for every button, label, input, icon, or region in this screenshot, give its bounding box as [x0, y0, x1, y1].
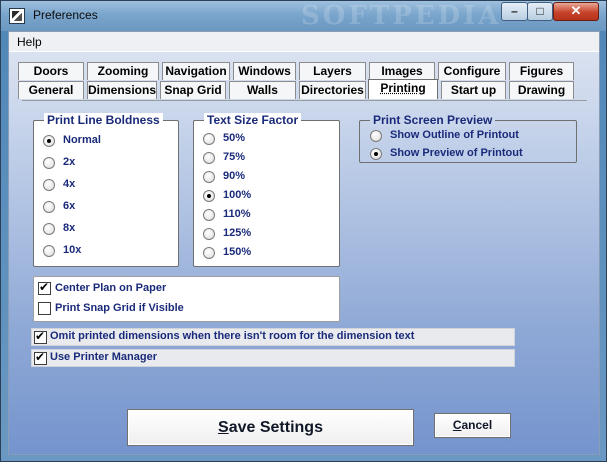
dialog-client-area: Help Doors Zooming Navigation Windows La…: [8, 31, 600, 455]
minimize-icon: –: [511, 4, 518, 18]
save-label: ave Settings: [228, 419, 323, 436]
omit-dimensions-checkbox[interactable]: [34, 329, 47, 344]
group-title: Print Line Boldness: [44, 113, 163, 127]
tab-windows[interactable]: Windows: [233, 62, 296, 80]
print-options-group: Center Plan on Paper Print Snap Grid if …: [33, 276, 340, 322]
maximize-button[interactable]: □: [527, 2, 553, 21]
cancel-button[interactable]: Cancel: [434, 413, 511, 438]
tab-layers[interactable]: Layers: [299, 62, 366, 80]
tab-label: Dimensions: [88, 83, 157, 97]
window-title: Preferences: [33, 8, 98, 22]
tab-label: Snap Grid: [164, 83, 222, 97]
title-bar[interactable]: Preferences SOFTPEDIA – □ ✕: [1, 1, 606, 31]
tab-label: Directories: [301, 83, 364, 97]
tab-label: Walls: [247, 83, 278, 97]
radio-label: 2x: [63, 156, 76, 168]
tab-doors[interactable]: Doors: [18, 62, 84, 80]
radio-button[interactable]: [203, 133, 215, 145]
tab-printing[interactable]: Printing: [368, 79, 438, 99]
radio-label: Show Outline of Printout: [390, 129, 519, 141]
radio-button[interactable]: [203, 209, 215, 221]
menu-help[interactable]: Help: [17, 35, 42, 49]
tab-directories[interactable]: Directories: [299, 81, 366, 99]
save-settings-button[interactable]: Save Settings: [127, 409, 414, 446]
use-printer-manager-row[interactable]: Use Printer Manager: [31, 349, 515, 367]
tab-label: Zooming: [97, 64, 149, 78]
tab-figures[interactable]: Figures: [509, 62, 574, 80]
menu-bar: Help: [9, 32, 599, 52]
tab-images[interactable]: Images: [369, 62, 435, 80]
close-icon: ✕: [570, 3, 582, 18]
tab-configure[interactable]: Configure: [438, 62, 506, 80]
radio-label: 4x: [63, 178, 76, 190]
save-mnemonic: S: [218, 419, 229, 436]
radio-label: 6x: [63, 200, 76, 212]
close-button[interactable]: ✕: [553, 2, 599, 21]
use-printer-manager-label: Use Printer Manager: [50, 351, 157, 363]
text-size-factor-group: Text Size Factor 50% 75% 90% 100% 110% 1…: [193, 113, 340, 267]
tab-walls[interactable]: Walls: [229, 81, 296, 99]
radio-button[interactable]: [203, 247, 215, 259]
radio-button[interactable]: [370, 148, 382, 160]
tab-label: Doors: [33, 64, 69, 78]
preferences-window: Preferences SOFTPEDIA – □ ✕ Help Doors Z…: [0, 0, 607, 462]
radio-button[interactable]: [43, 135, 55, 147]
cancel-label: ancel: [461, 418, 493, 432]
tab-navigation[interactable]: Navigation: [162, 62, 230, 80]
center-plan-checkbox[interactable]: [38, 280, 51, 295]
radio-button[interactable]: [43, 179, 55, 191]
radio-button[interactable]: [43, 157, 55, 169]
tab-label: Windows: [238, 64, 291, 78]
tab-label: Drawing: [517, 83, 566, 97]
radio-button[interactable]: [203, 228, 215, 240]
radio-label: 90%: [223, 170, 246, 182]
print-snap-grid-checkbox[interactable]: [38, 302, 51, 315]
radio-button[interactable]: [203, 152, 215, 164]
tab-zooming[interactable]: Zooming: [87, 62, 159, 80]
radio-label: Show Preview of Printout: [390, 147, 523, 159]
tab-dimensions[interactable]: Dimensions: [87, 81, 157, 99]
omit-dimensions-row[interactable]: Omit printed dimensions when there isn't…: [31, 328, 515, 346]
tab-label: Printing: [380, 81, 426, 95]
radio-label: Normal: [63, 134, 101, 146]
maximize-icon: □: [536, 4, 544, 18]
radio-label: 50%: [223, 132, 246, 144]
tab-label: Start up: [450, 83, 497, 97]
tab-snap-grid[interactable]: Snap Grid: [160, 81, 226, 99]
tab-label: Images: [381, 64, 423, 78]
radio-button[interactable]: [203, 190, 215, 202]
print-snap-grid-label: Print Snap Grid if Visible: [55, 302, 184, 314]
radio-label: 110%: [223, 208, 251, 220]
radio-label: 10x: [63, 244, 82, 256]
radio-label: 75%: [223, 151, 246, 163]
radio-label: 100%: [223, 189, 252, 201]
omit-dimensions-label: Omit printed dimensions when there isn't…: [50, 330, 415, 342]
minimize-button[interactable]: –: [501, 2, 528, 21]
radio-label: 150%: [223, 246, 252, 258]
group-title: Print Screen Preview: [370, 113, 496, 127]
radio-button[interactable]: [43, 223, 55, 235]
tab-general[interactable]: General: [18, 81, 84, 99]
radio-button[interactable]: [370, 130, 382, 142]
print-screen-preview-group: Print Screen Preview Show Outline of Pri…: [359, 113, 577, 163]
tab-label: Navigation: [165, 64, 227, 78]
app-icon: [9, 8, 25, 24]
tab-drawing[interactable]: Drawing: [509, 81, 574, 99]
radio-button[interactable]: [43, 201, 55, 213]
radio-button[interactable]: [43, 245, 55, 257]
use-printer-manager-checkbox[interactable]: [34, 350, 47, 365]
watermark: SOFTPEDIA: [301, 1, 502, 31]
radio-label: 8x: [63, 222, 76, 234]
radio-button[interactable]: [203, 171, 215, 183]
group-title: Text Size Factor: [204, 113, 302, 127]
print-line-boldness-group: Print Line Boldness Normal 2x 4x 6x 8x 1…: [33, 113, 179, 267]
tab-label: Figures: [519, 64, 564, 78]
tab-start-up[interactable]: Start up: [441, 81, 506, 99]
tab-label: Layers: [313, 64, 352, 78]
radio-label: 125%: [223, 227, 252, 239]
tab-label: Configure: [443, 64, 501, 78]
center-plan-label: Center Plan on Paper: [55, 282, 167, 294]
tab-label: General: [28, 83, 74, 97]
